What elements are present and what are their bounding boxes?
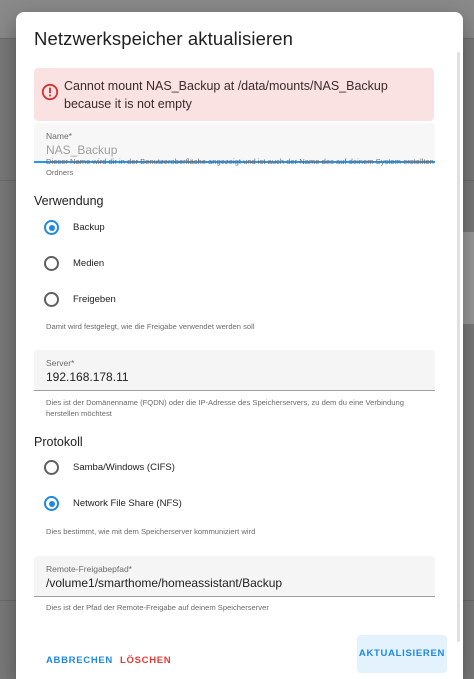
protocol-option-nfs[interactable]: Network File Share (NFS) [44,494,344,514]
radio-label: Backup [73,222,105,233]
name-field-value: NAS_Backup [46,143,118,157]
radio-button[interactable] [44,496,59,511]
cancel-button[interactable]: ABBRECHEN [46,655,113,666]
radio-button[interactable] [44,220,59,235]
radio-button[interactable] [44,256,59,271]
dialog-title: Netzwerkspeicher aktualisieren [34,28,294,49]
name-field-helper: Dieser Name wird dir in der Benutzerober… [46,157,434,177]
server-field-helper: Dies ist der Domänenname (FQDN) oder die… [46,398,404,418]
usage-option-media[interactable]: Medien [44,254,344,274]
radio-button[interactable] [44,292,59,307]
server-field-value: 192.168.178.11 [46,370,129,384]
delete-button[interactable]: LÖSCHEN [120,655,171,666]
alert-message: Cannot mount NAS_Backup at /data/mounts/… [64,79,388,111]
protocol-helper: Dies bestimmt, wie mit dem Speicherserve… [46,527,256,536]
usage-helper: Damit wird festgelegt, wie die Freigabe … [46,322,255,331]
usage-option-backup[interactable]: Backup [44,218,344,238]
server-field[interactable]: Server* 192.168.178.11 [34,350,435,391]
radio-label: Samba/Windows (CIFS) [73,462,175,473]
radio-label: Medien [73,258,105,269]
alert-circle-icon [41,83,59,101]
dialog-scrollbar[interactable] [457,52,460,642]
update-button[interactable]: AKTUALISIEREN [357,635,447,673]
usage-option-share[interactable]: Freigeben [44,290,344,310]
radio-button[interactable] [44,460,59,475]
server-field-label: Server* [46,358,75,368]
remote-path-field-value: /volume1/smarthome/homeassistant/Backup [46,576,283,590]
radio-label: Network File Share (NFS) [73,498,182,509]
remote-path-helper: Dies ist der Pfad der Remote-Freigabe au… [46,603,269,612]
update-network-storage-dialog: Netzwerkspeicher aktualisieren Cannot mo… [16,12,463,679]
remote-path-field-label: Remote-Freigabepfad* [46,564,132,574]
usage-section-title: Verwendung [34,194,104,208]
radio-label: Freigeben [73,294,116,305]
remote-path-field[interactable]: Remote-Freigabepfad* /volume1/smarthome/… [34,556,435,597]
name-field-label: Name* [46,131,72,141]
protocol-section-title: Protokoll [34,435,83,449]
protocol-option-cifs[interactable]: Samba/Windows (CIFS) [44,458,344,478]
error-alert: Cannot mount NAS_Backup at /data/mounts/… [34,68,434,121]
